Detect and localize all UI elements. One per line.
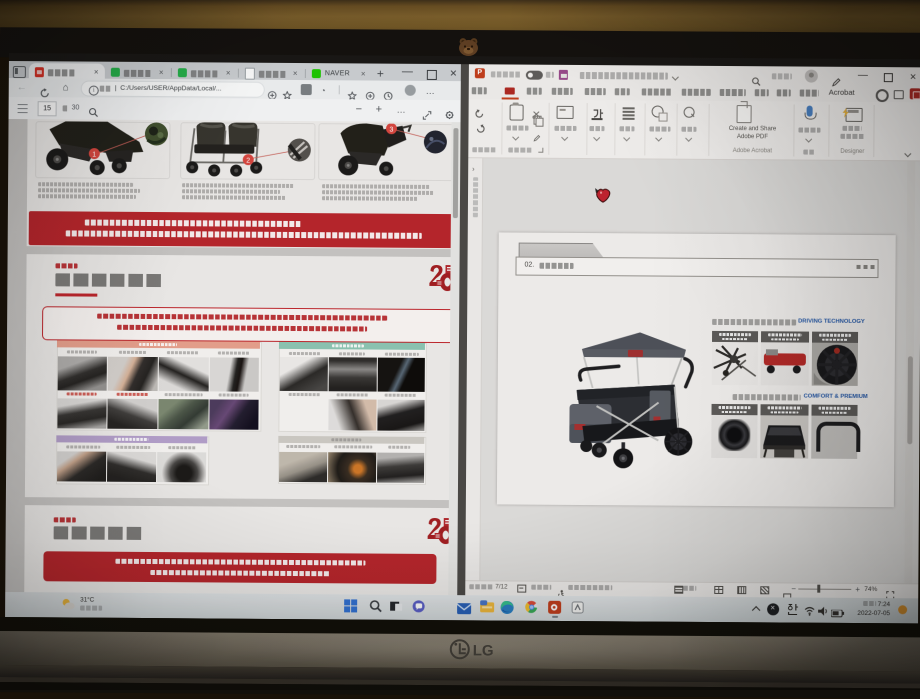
svg-text:3: 3 bbox=[389, 127, 393, 134]
svg-text:2: 2 bbox=[246, 158, 250, 165]
svg-text:1: 1 bbox=[92, 152, 96, 159]
svg-text:LG: LG bbox=[473, 642, 494, 659]
